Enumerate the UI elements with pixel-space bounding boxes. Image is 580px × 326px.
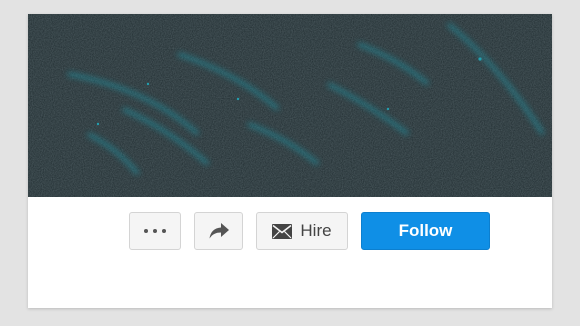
follow-label: Follow	[398, 221, 453, 240]
cover-image	[28, 14, 552, 197]
ellipsis-icon	[144, 229, 166, 233]
hire-button[interactable]: Hire	[256, 212, 348, 250]
profile-action-bar: Hire Follow	[129, 212, 490, 250]
profile-card: Hire Follow	[28, 14, 552, 308]
share-arrow-icon	[208, 222, 230, 240]
share-button[interactable]	[194, 212, 243, 250]
follow-button[interactable]: Follow	[361, 212, 490, 250]
hire-label: Hire	[300, 221, 332, 240]
cover-texture	[28, 14, 552, 197]
envelope-icon	[272, 223, 293, 239]
more-options-button[interactable]	[129, 212, 181, 250]
